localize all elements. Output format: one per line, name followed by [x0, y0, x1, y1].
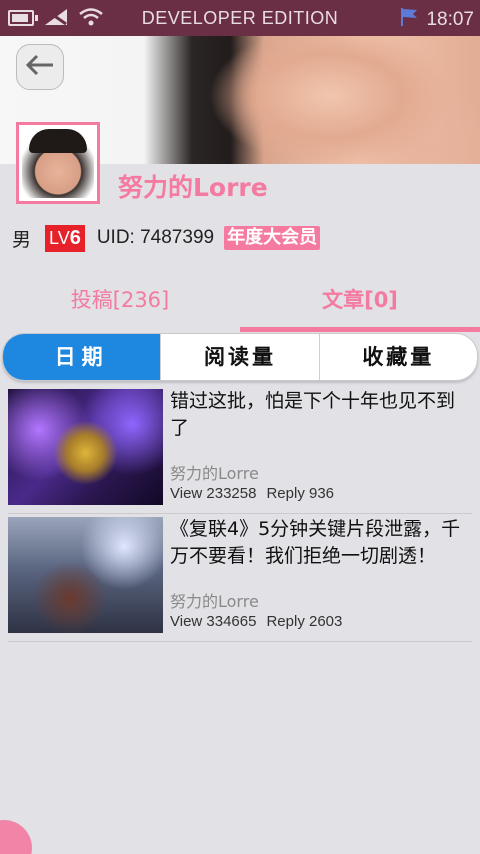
list-item[interactable]: 《复联4》5分钟关键片段泄露，千万不要看！我们拒绝一切剧透！ 努力的Lorre … [8, 516, 472, 642]
vip-badge: 年度大会员 [224, 226, 321, 250]
gender-label: 男 [12, 228, 32, 251]
avatar[interactable] [16, 122, 100, 204]
sort-by-favorites[interactable]: 收藏量 [318, 334, 477, 380]
level-badge: LV6 [45, 224, 85, 252]
uid-label: UID: 7487399 [96, 227, 215, 248]
user-info-row: 男 LV6 UID: 7487399 年度大会员 [12, 224, 321, 252]
article-list: 错过这批，怕是下个十年也见不到了 努力的Lorre View 233258 Rep… [8, 388, 472, 644]
list-item[interactable]: 错过这批，怕是下个十年也见不到了 努力的Lorre View 233258 Rep… [8, 388, 472, 514]
username: 努力的Lorre [118, 173, 268, 202]
sort-by-date[interactable]: 日期 [3, 334, 161, 380]
clock: 18:07 [426, 9, 474, 30]
article-title: 《复联4》5分钟关键片段泄露，千万不要看！我们拒绝一切剧透！ [170, 518, 461, 567]
sort-segmented-control: 日期 阅读量 收藏量 [2, 333, 478, 381]
article-thumbnail [8, 389, 163, 505]
status-bar: DEVELOPER EDITION 18:07 [0, 0, 480, 36]
article-stats: View 233258 Reply 936 [170, 485, 334, 502]
reply-count: Reply 2603 [266, 613, 343, 630]
article-thumbnail [8, 517, 163, 633]
article-title: 错过这批，怕是下个十年也见不到了 [170, 390, 456, 439]
tab-articles[interactable]: 文章[0] [240, 278, 480, 334]
article-stats: View 334665 Reply 2603 [170, 613, 342, 630]
back-button[interactable] [16, 44, 64, 90]
sort-by-reads[interactable]: 阅读量 [160, 334, 318, 380]
view-count: View 334665 [170, 613, 257, 630]
reply-count: Reply 936 [266, 485, 335, 502]
floating-action-button[interactable] [0, 820, 32, 854]
article-author: 努力的Lorre [170, 592, 259, 611]
view-count: View 233258 [170, 485, 257, 502]
content-tabs: 投稿[236] 文章[0] [0, 278, 480, 334]
article-author: 努力的Lorre [170, 464, 259, 483]
tab-submissions[interactable]: 投稿[236] [0, 278, 240, 334]
back-arrow-icon [25, 53, 55, 81]
flag-icon [400, 7, 418, 33]
status-icons-right: 18:07 [400, 7, 474, 33]
